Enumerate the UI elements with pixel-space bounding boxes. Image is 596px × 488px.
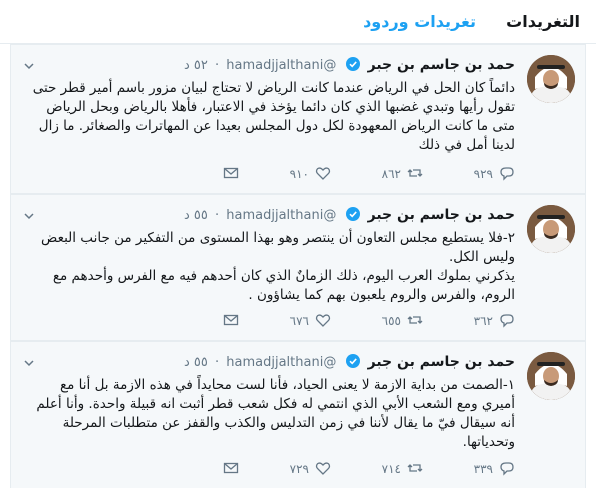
separator-dot: · xyxy=(215,355,220,370)
like-button[interactable]: ٩١٠ xyxy=(290,165,331,183)
like-count: ٩١٠ xyxy=(289,167,309,181)
heart-icon xyxy=(315,312,331,331)
separator-dot: · xyxy=(215,208,220,223)
envelope-icon xyxy=(223,460,239,479)
tweet-header: حمد بن جاسم بن جبر @hamadjjalthani · ٥٥ … xyxy=(184,352,515,372)
author-name[interactable]: حمد بن جاسم بن جبر xyxy=(368,207,515,223)
tab-tweets[interactable]: التغريدات xyxy=(506,12,580,31)
verified-badge-icon xyxy=(346,354,361,368)
heart-icon xyxy=(315,460,331,479)
author-handle[interactable]: @hamadjjalthani xyxy=(226,58,336,73)
tweet-item[interactable]: حمد بن جاسم بن جبر @hamadjjalthani · ٥٥ … xyxy=(10,341,586,488)
author-name[interactable]: حمد بن جاسم بن جبر xyxy=(368,354,515,370)
tweet-actions: ٣٦٢ ٦٥٥ ٦٧٦ xyxy=(19,312,515,330)
retweet-icon xyxy=(407,165,423,184)
retweet-icon xyxy=(407,312,423,331)
author-handle[interactable]: @hamadjjalthani xyxy=(226,208,336,223)
separator-dot: · xyxy=(215,58,220,73)
tweet-header: حمد بن جاسم بن جبر @hamadjjalthani · ٥٥ … xyxy=(184,205,515,225)
direct-message-button[interactable] xyxy=(223,312,239,330)
retweet-icon xyxy=(407,460,423,479)
reply-icon xyxy=(499,165,515,184)
reply-button[interactable]: ٩٢٩ xyxy=(474,165,515,183)
reply-icon xyxy=(499,312,515,331)
reply-icon xyxy=(499,460,515,479)
retweet-count: ٨٦٢ xyxy=(381,167,401,181)
envelope-icon xyxy=(223,165,239,184)
reply-button[interactable]: ٣٣٩ xyxy=(474,460,515,478)
tweet-header: حمد بن جاسم بن جبر @hamadjjalthani · ٥٢ … xyxy=(184,55,515,75)
chevron-down-icon[interactable] xyxy=(23,57,35,70)
author-name[interactable]: حمد بن جاسم بن جبر xyxy=(368,57,515,73)
reply-count: ٣٦٢ xyxy=(473,314,493,328)
tweet-text: ١-الصمت من بداية الازمة لا يعنى الحياد، … xyxy=(36,377,515,450)
like-button[interactable]: ٦٧٦ xyxy=(290,312,331,330)
author-handle[interactable]: @hamadjjalthani xyxy=(226,355,336,370)
avatar[interactable] xyxy=(527,55,575,103)
tweet-actions: ٩٢٩ ٨٦٢ ٩١٠ xyxy=(19,165,515,183)
verified-badge-icon xyxy=(346,57,361,71)
direct-message-button[interactable] xyxy=(223,165,239,183)
retweet-count: ٧١٤ xyxy=(381,462,401,476)
retweet-button[interactable]: ٧١٤ xyxy=(382,460,423,478)
reply-count: ٩٢٩ xyxy=(473,167,493,181)
tweet-timestamp[interactable]: ٥٥ د xyxy=(184,355,208,370)
like-count: ٦٧٦ xyxy=(289,314,309,328)
tweet-timestamp[interactable]: ٥٥ د xyxy=(184,208,208,223)
like-count: ٧٢٩ xyxy=(289,462,309,476)
tweet-text: دائماً كان الحل في الرياض عندما كانت الر… xyxy=(32,80,515,153)
tweet-item[interactable]: حمد بن جاسم بن جبر @hamadjjalthani · ٥٢ … xyxy=(10,44,586,194)
reply-button[interactable]: ٣٦٢ xyxy=(474,312,515,330)
tweet-text: ٢-فلا يستطيع مجلس التعاون أن ينتصر وهو ب… xyxy=(41,230,515,303)
retweet-button[interactable]: ٨٦٢ xyxy=(382,165,423,183)
like-button[interactable]: ٧٢٩ xyxy=(290,460,331,478)
tweet-item[interactable]: حمد بن جاسم بن جبر @hamadjjalthani · ٥٥ … xyxy=(10,194,586,341)
chevron-down-icon[interactable] xyxy=(23,207,35,220)
verified-badge-icon xyxy=(346,207,361,221)
retweet-count: ٦٥٥ xyxy=(381,314,401,328)
tab-tweets-and-replies[interactable]: تغريدات وردود xyxy=(363,12,476,31)
heart-icon xyxy=(315,165,331,184)
avatar[interactable] xyxy=(527,205,575,253)
tweet-timestamp[interactable]: ٥٢ د xyxy=(184,58,208,73)
chevron-down-icon[interactable] xyxy=(23,354,35,367)
tweet-actions: ٣٣٩ ٧١٤ ٧٢٩ xyxy=(19,460,515,478)
profile-tabs: التغريدات تغريدات وردود xyxy=(0,0,596,44)
reply-count: ٣٣٩ xyxy=(473,462,493,476)
direct-message-button[interactable] xyxy=(223,460,239,478)
retweet-button[interactable]: ٦٥٥ xyxy=(382,312,423,330)
avatar[interactable] xyxy=(527,352,575,400)
envelope-icon xyxy=(223,312,239,331)
